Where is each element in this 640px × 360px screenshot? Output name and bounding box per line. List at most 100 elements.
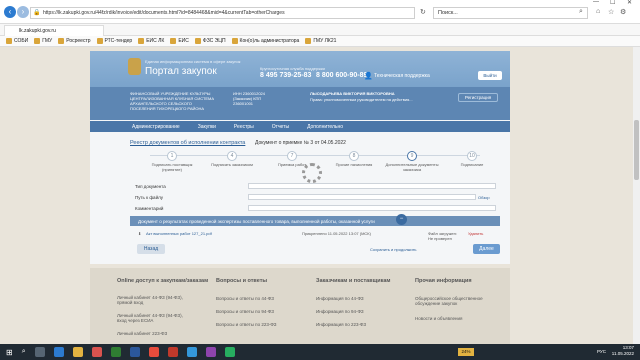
favorite-label: ЕИС bbox=[178, 38, 189, 44]
favorite-item[interactable]: ЕИС ЛК bbox=[138, 38, 164, 44]
word-icon[interactable] bbox=[129, 347, 140, 357]
footer-link[interactable]: Новости и объявления bbox=[415, 316, 462, 321]
phone-number-1: 8 495 739-25-83 bbox=[260, 72, 312, 79]
clock-date: 11.05.2022 bbox=[611, 351, 634, 356]
browser-tab[interactable]: lk.zakupki.gov.ru bbox=[4, 25, 104, 36]
refresh-icon[interactable]: ↻ bbox=[420, 8, 426, 16]
footer-link[interactable]: Информация по 44-ФЗ bbox=[316, 296, 364, 301]
app-icon[interactable] bbox=[91, 347, 102, 357]
step-9[interactable]: 9 bbox=[407, 151, 417, 161]
step-label: Прочие начисления bbox=[335, 162, 373, 167]
favorite-label: Кон(о)ль администратора bbox=[239, 38, 300, 44]
main-menu: Администрирование Закупки Реестры Отчеты… bbox=[90, 121, 510, 132]
comment-label: Комментарий bbox=[135, 206, 164, 211]
attached-file-link[interactable]: Акт выполненных работ 127_21.pdf bbox=[146, 231, 212, 236]
footer-link[interactable]: Информация по 223-ФЗ bbox=[316, 322, 366, 327]
favorite-item[interactable]: ГМУ bbox=[34, 38, 52, 44]
app4-icon[interactable] bbox=[224, 347, 235, 357]
bookmark-icon bbox=[138, 38, 145, 44]
search-icon[interactable]: ⌕ bbox=[579, 8, 583, 16]
footer-col-title: Вопросы и ответы bbox=[216, 278, 268, 284]
back-button[interactable]: Назад bbox=[137, 244, 165, 254]
footer-link[interactable]: Личный кабинет 223-ФЗ bbox=[117, 331, 187, 336]
step-4[interactable]: 4 bbox=[227, 151, 237, 161]
maximize-icon[interactable]: ☐ bbox=[610, 0, 615, 6]
task-view-icon[interactable] bbox=[34, 347, 45, 357]
step-10[interactable]: 10 bbox=[467, 151, 477, 161]
emblem-icon bbox=[128, 58, 141, 75]
footer-link[interactable]: Информация по 94-ФЗ bbox=[316, 309, 364, 314]
save-continue-link[interactable]: Сохранить и продолжить bbox=[370, 247, 417, 252]
footer-link[interactable]: Общероссийское общественное обсуждение з… bbox=[415, 296, 495, 306]
footer-link[interactable]: Личный кабинет 44-ФЗ (94-ФЗ), вход через… bbox=[117, 313, 187, 323]
scrollbar-thumb[interactable] bbox=[634, 120, 639, 180]
footer-link[interactable]: Вопросы и ответы по 223-ФЗ bbox=[216, 322, 276, 327]
top-text: Единая информационная система в сфере за… bbox=[145, 59, 241, 64]
file-input[interactable] bbox=[248, 194, 476, 200]
url-input[interactable]: https://lk.zakupki.gov.ru/44fz/rdik/invo… bbox=[30, 7, 415, 19]
minimize-icon[interactable]: — bbox=[593, 0, 599, 5]
favorite-label: ГМУ bbox=[42, 38, 53, 44]
lock-icon: 🔒 bbox=[33, 10, 41, 16]
bookmark-icon bbox=[58, 38, 65, 44]
menu-additional[interactable]: Дополнительно bbox=[307, 124, 343, 130]
expand-icon[interactable]: − bbox=[396, 214, 407, 225]
footer-link[interactable]: Вопросы и ответы по 94-ФЗ bbox=[216, 309, 274, 314]
favorite-item[interactable]: ГМУ ЛК21 bbox=[305, 38, 336, 44]
favorite-label: Росреестр bbox=[66, 38, 91, 44]
step-1[interactable]: 1 bbox=[167, 151, 177, 161]
menu-reports[interactable]: Отчеты bbox=[272, 124, 289, 130]
home-icon[interactable]: ⌂ bbox=[596, 8, 600, 15]
favorite-label: СОБИ bbox=[14, 38, 29, 44]
search-taskbar-icon[interactable]: ⌕ bbox=[22, 348, 26, 356]
portal-title[interactable]: Портал закупок bbox=[145, 66, 217, 77]
support-link[interactable]: Техническая поддержка bbox=[374, 73, 430, 79]
comment-input[interactable] bbox=[248, 205, 496, 211]
favorite-item[interactable]: СОБИ bbox=[6, 38, 28, 44]
menu-registries[interactable]: Реестры bbox=[234, 124, 254, 130]
search-input[interactable]: Поиск... bbox=[433, 7, 588, 19]
favorite-item[interactable]: Кон(о)ль администратора bbox=[231, 38, 300, 44]
favorite-item[interactable]: РТС-тендер bbox=[96, 38, 132, 44]
scrollbar[interactable] bbox=[633, 47, 640, 344]
delete-link[interactable]: Удалить bbox=[468, 231, 483, 236]
type-select[interactable] bbox=[248, 183, 496, 189]
step-7[interactable]: 7 bbox=[287, 151, 297, 161]
app2-icon[interactable] bbox=[186, 347, 197, 357]
favorite-item[interactable]: Росреестр bbox=[58, 38, 91, 44]
explorer-icon[interactable] bbox=[72, 347, 83, 357]
favorite-item[interactable]: ФЗС ЭЦП bbox=[194, 38, 226, 44]
pdf-icon[interactable] bbox=[167, 347, 178, 357]
excel-icon[interactable] bbox=[110, 347, 121, 357]
app3-icon[interactable] bbox=[205, 347, 216, 357]
steps-line bbox=[150, 155, 480, 156]
exit-button[interactable]: Выйти bbox=[478, 71, 502, 80]
favorites-bar: СОБИ ГМУ Росреестр РТС-тендер ЕИС ЛК ЕИС… bbox=[0, 36, 640, 47]
favorite-item[interactable]: ЕИС bbox=[170, 38, 189, 44]
type-label: Тип документа bbox=[135, 184, 166, 189]
star-icon[interactable]: ☆ bbox=[608, 8, 614, 16]
ie-icon[interactable] bbox=[53, 347, 64, 357]
close-icon[interactable]: ✕ bbox=[627, 0, 632, 6]
windows-start-icon[interactable]: ⊞ bbox=[6, 348, 13, 357]
forward-icon[interactable]: › bbox=[17, 6, 29, 18]
menu-admin[interactable]: Администрирование bbox=[132, 124, 180, 130]
yandex-icon[interactable] bbox=[148, 347, 159, 357]
breadcrumb-link[interactable]: Реестр документов об исполнении контракт… bbox=[130, 140, 245, 146]
browse-button[interactable]: Обзор bbox=[478, 194, 496, 201]
footer-link[interactable]: Личный кабинет 44-ФЗ (94-ФЗ), прямой вхо… bbox=[117, 295, 187, 305]
back-icon[interactable]: ‹ bbox=[4, 6, 16, 18]
footer-link[interactable]: Вопросы и ответы по 44-ФЗ bbox=[216, 296, 274, 301]
download-icon[interactable]: ⬇ bbox=[138, 231, 141, 236]
lang-indicator[interactable]: РУС bbox=[597, 349, 606, 354]
gear-icon[interactable]: ⚙ bbox=[620, 8, 626, 16]
next-button[interactable]: Далее bbox=[473, 244, 500, 254]
menu-purchases[interactable]: Закупки bbox=[198, 124, 216, 130]
step-8[interactable]: 8 bbox=[349, 151, 359, 161]
register-button[interactable]: Регистрация bbox=[458, 93, 498, 102]
bookmark-icon bbox=[231, 38, 238, 44]
step-label: Подписание bbox=[460, 162, 484, 167]
taskbar: ⊞ ⌕ bbox=[0, 344, 640, 360]
clock[interactable]: 13:07 11.05.2022 bbox=[612, 345, 634, 357]
footer-col-title: Прочая информация bbox=[415, 278, 472, 284]
